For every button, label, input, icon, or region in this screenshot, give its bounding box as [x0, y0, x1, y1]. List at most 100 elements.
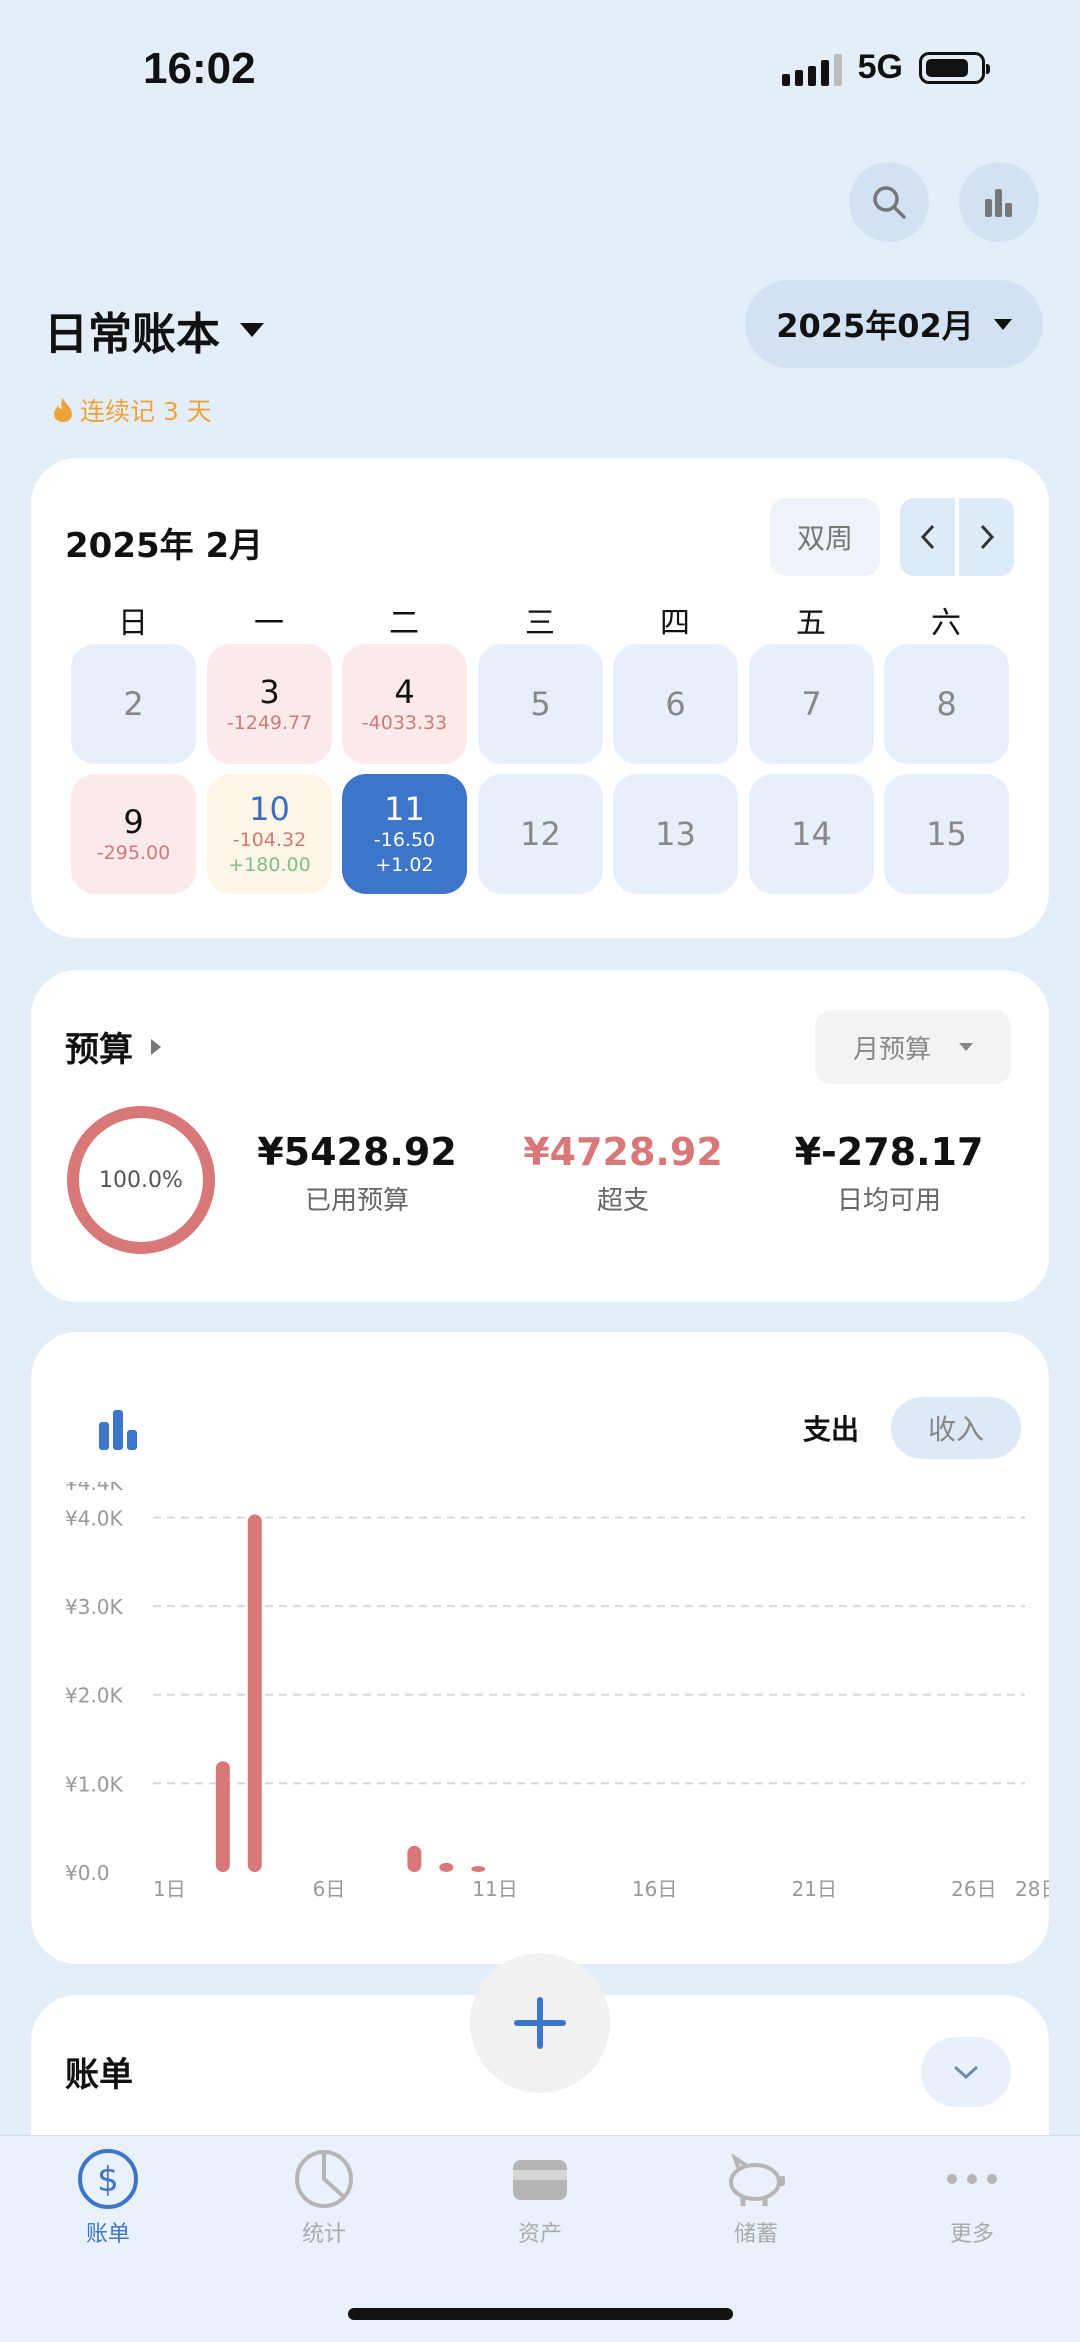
- daily-available-stat: ¥-278.17 日均可用: [759, 1130, 1019, 1217]
- x-tick-label: 1日: [153, 1877, 186, 1901]
- calendar-day[interactable]: 6: [613, 644, 738, 764]
- y-tick-label: ¥0.0: [65, 1861, 110, 1885]
- budget-header[interactable]: 预算: [65, 1022, 161, 1071]
- day-number: 14: [791, 815, 832, 853]
- budget-period-select[interactable]: 月预算: [815, 1010, 1011, 1084]
- day-number: 12: [520, 815, 561, 853]
- bar-chart-icon[interactable]: [97, 1408, 141, 1452]
- budget-percent: 100.0%: [99, 1167, 183, 1193]
- book-selector[interactable]: 日常账本: [44, 298, 264, 362]
- calendar-day[interactable]: 7: [749, 644, 874, 764]
- y-tick-label: ¥4.4K: [65, 1482, 124, 1495]
- day-number: 3: [259, 672, 280, 711]
- weekday-label: 六: [931, 606, 961, 641]
- tab-bills[interactable]: $ 账单: [43, 2148, 173, 2248]
- svg-text:$: $: [97, 2160, 119, 2200]
- chart-bar: [407, 1845, 422, 1872]
- day-number: 4: [394, 672, 415, 711]
- x-tick-label: 28日: [1015, 1877, 1049, 1901]
- tab-savings[interactable]: 储蓄: [691, 2148, 821, 2248]
- over-budget-stat: ¥4728.92 超支: [493, 1130, 753, 1217]
- day-expense: -16.50: [373, 829, 436, 851]
- used-budget-label: 已用预算: [304, 1186, 409, 1216]
- chart-bar: [471, 1866, 486, 1872]
- calendar-day[interactable]: 8: [884, 644, 1009, 764]
- weekday-label: 日: [118, 606, 148, 641]
- biweek-toggle[interactable]: 双周: [770, 498, 880, 576]
- streak-badge: 连续记 3 天: [52, 392, 212, 428]
- prev-button[interactable]: [900, 498, 955, 576]
- weekday-label: 五: [796, 606, 826, 641]
- calendar-day[interactable]: 13: [613, 774, 738, 894]
- calendar-day[interactable]: 10 -104.32 +180.00: [207, 774, 332, 894]
- tab-assets[interactable]: 资产: [475, 2148, 605, 2248]
- weekday-label: 一: [254, 606, 284, 641]
- chevron-right-icon: [980, 524, 994, 550]
- expand-bills-button[interactable]: [921, 2037, 1011, 2107]
- caret-down-icon: [993, 318, 1012, 330]
- budget-card: 预算 月预算 100.0% ¥5428.92 已用预算 ¥4728.92 超支 …: [31, 970, 1049, 1302]
- budget-title: 预算: [65, 1030, 133, 1070]
- chart-card: 支出 收入 ¥0.0 ¥1.0K ¥2.0K ¥3.0K ¥4.0K ¥4.4K 1日 6日 1…: [31, 1332, 1049, 1964]
- calendar-day[interactable]: 4 -4033.33: [342, 644, 467, 764]
- over-budget-value: ¥4728.92: [523, 1130, 723, 1174]
- day-expense: -295.00: [96, 841, 171, 864]
- piggy-bank-icon: [729, 2153, 785, 2206]
- streak-text: 连续记 3 天: [80, 397, 212, 426]
- home-indicator: [348, 2308, 733, 2320]
- day-number: 9: [123, 802, 144, 841]
- chevron-down-icon: [953, 2065, 979, 2080]
- bar-chart-icon: [985, 189, 1012, 217]
- month-selector[interactable]: 2025年02月: [745, 280, 1043, 368]
- over-budget-label: 超支: [596, 1186, 649, 1216]
- calendar-day[interactable]: 3 -1249.77: [207, 644, 332, 764]
- income-tab[interactable]: 收入: [891, 1397, 1021, 1459]
- day-number: 11: [384, 790, 425, 828]
- day-income: +1.02: [375, 854, 434, 876]
- next-button[interactable]: [959, 498, 1014, 576]
- tab-more[interactable]: 更多: [907, 2148, 1037, 2248]
- flame-icon: [54, 398, 72, 422]
- day-number: 13: [655, 815, 696, 853]
- caret-right-icon: [151, 1038, 161, 1055]
- tab-label: 账单: [85, 2222, 130, 2247]
- tab-stats[interactable]: 统计: [259, 2148, 389, 2248]
- expense-tab[interactable]: 支出: [771, 1397, 891, 1459]
- x-tick-label: 26日: [951, 1877, 996, 1901]
- add-record-button[interactable]: [470, 1953, 610, 2093]
- day-number: 10: [249, 790, 290, 828]
- used-budget-value: ¥5428.92: [257, 1130, 457, 1174]
- day-income: +180.00: [228, 854, 311, 876]
- weekday-label: 四: [660, 606, 690, 641]
- chart-bar: [439, 1862, 454, 1872]
- calendar-day[interactable]: 2: [71, 644, 196, 764]
- calendar-day-selected[interactable]: 11 -16.50 +1.02: [342, 774, 467, 894]
- x-tick-label: 11日: [472, 1877, 517, 1901]
- x-tick-label: 16日: [632, 1877, 677, 1901]
- day-number: 8: [936, 685, 957, 723]
- book-title: 日常账本: [44, 309, 220, 360]
- network-type: 5G: [857, 48, 903, 86]
- chart-button[interactable]: [959, 162, 1039, 242]
- day-number: 7: [801, 685, 822, 723]
- calendar-card: 2025年 2月 双周 日 一 二 三 四 五 六 2 3 -1249.77 4…: [31, 458, 1049, 938]
- daily-available-value: ¥-278.17: [794, 1130, 984, 1174]
- chevron-left-icon: [920, 524, 934, 550]
- caret-down-icon: [240, 323, 264, 337]
- calendar-day[interactable]: 12: [478, 774, 603, 894]
- search-button[interactable]: [849, 162, 929, 242]
- calendar-day[interactable]: 9 -295.00: [71, 774, 196, 894]
- status-time: 16:02: [143, 44, 256, 93]
- tab-label: 统计: [301, 2222, 346, 2247]
- type-toggle: 支出 收入: [771, 1397, 1021, 1459]
- day-expense: -1249.77: [226, 711, 313, 734]
- used-budget-stat: ¥5428.92 已用预算: [227, 1130, 487, 1217]
- calendar-day[interactable]: 5: [478, 644, 603, 764]
- wallet-icon: [513, 2160, 567, 2200]
- status-indicators: 5G: [781, 48, 990, 87]
- search-icon: [873, 186, 906, 219]
- y-tick-label: ¥1.0K: [65, 1772, 124, 1796]
- calendar-day[interactable]: 14: [749, 774, 874, 894]
- tab-label: 更多: [949, 2222, 994, 2247]
- calendar-day[interactable]: 15: [884, 774, 1009, 894]
